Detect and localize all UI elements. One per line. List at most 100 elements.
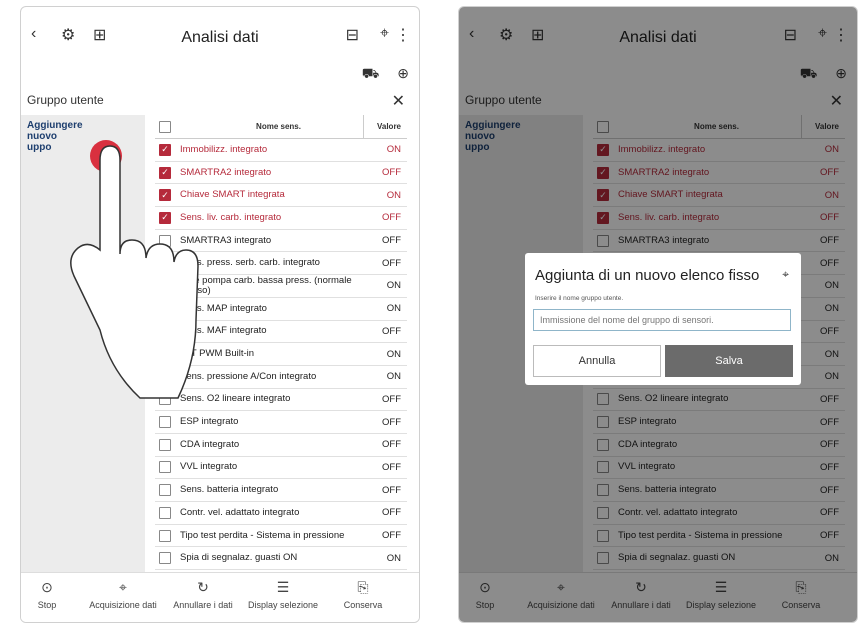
sensor-table: Nome sens. Valore ✓ Immobilizz. integrato… <box>155 115 407 571</box>
table-row[interactable]: ✓ Immobilizz. integrato ON <box>155 139 407 162</box>
sensor-name: Spia di segnalaz. guasti ON <box>180 552 298 564</box>
sensor-value: OFF <box>382 212 401 224</box>
row-checkbox[interactable] <box>159 325 171 338</box>
bottom-bar-label: Acquisizione dati <box>89 600 157 610</box>
row-checkbox[interactable] <box>159 393 171 406</box>
acquire-data-icon: ⌖ <box>119 579 127 595</box>
row-checkbox[interactable] <box>159 348 171 361</box>
column-value-header: Valore <box>363 115 407 138</box>
sensor-value: OFF <box>382 461 401 473</box>
row-checkbox[interactable]: ✓ <box>159 143 171 156</box>
table-row[interactable]: Spia di segnalaz. guasti ON ON <box>155 547 407 571</box>
row-checkbox[interactable] <box>159 279 171 292</box>
sensor-value: ON <box>386 303 401 315</box>
column-name-header[interactable]: Nome sens. <box>180 122 363 131</box>
row-checkbox[interactable] <box>159 506 171 519</box>
sensor-value: OFF <box>382 167 401 179</box>
table-row[interactable]: Sens. MAP integrato ON <box>155 298 407 321</box>
sensor-value: OFF <box>382 416 401 428</box>
table-row[interactable]: Sens. MAF integrato OFF <box>155 321 407 344</box>
sensor-name: ESP integrato <box>180 416 239 428</box>
cancel-data-button[interactable]: ↻ Annullare i dati <box>163 579 243 610</box>
table-row[interactable]: VVL integrato OFF <box>155 457 407 480</box>
bottom-bar-label: Annullare i dati <box>173 600 233 610</box>
row-checkbox[interactable] <box>159 461 171 474</box>
table-row[interactable]: SMARTRA3 integrato OFF <box>155 230 407 253</box>
sensor-name: Contr. vel. adattato integrato <box>180 506 300 518</box>
row-checkbox[interactable] <box>159 302 171 315</box>
add-icon[interactable]: ⌖ <box>380 25 389 43</box>
cancel-button[interactable]: Annulla <box>533 345 661 377</box>
save-data-button[interactable]: ⎘ Conserva <box>323 579 403 610</box>
group-name-input[interactable] <box>533 309 791 331</box>
dialog-title: Aggiunta di un nuovo elenco fisso <box>535 267 760 284</box>
row-checkbox[interactable]: ✓ <box>159 189 171 202</box>
sensor-name: Sens. batteria integrato <box>180 484 279 496</box>
group-header: Gruppo utente <box>27 93 104 107</box>
save-button[interactable]: Salva <box>665 345 793 377</box>
sensor-value: ON <box>386 189 401 201</box>
sensor-name: Tipo test perdita - Sistema in pressione <box>180 529 345 541</box>
vehicle-icon[interactable]: ⛟ <box>362 65 380 81</box>
row-checkbox[interactable]: ✓ <box>159 166 171 179</box>
more-vertical-icon[interactable]: ⋮ <box>395 25 411 45</box>
page-title: Analisi dati <box>181 29 259 46</box>
sensor-name: Immobilizz. integrato <box>180 143 268 155</box>
display-selection-icon: ☰ <box>276 579 290 595</box>
sensor-value: ON <box>386 348 401 360</box>
table-row[interactable]: Tipo test perdita - Sistema in pressione… <box>155 525 407 548</box>
sensor-name: Sens. press. serb. carb. integrato <box>180 257 320 269</box>
bottom-bar-label: Stop <box>37 600 57 610</box>
sensor-value: OFF <box>382 484 401 496</box>
row-checkbox[interactable] <box>159 257 171 270</box>
sensor-name: Relè pompa carb. bassa press. (normale c… <box>180 274 352 296</box>
row-checkbox[interactable] <box>159 529 171 542</box>
sensor-name: SMARTRA3 integrato <box>180 234 272 246</box>
table-row[interactable]: Sens. pressione A/Con integrato ON <box>155 366 407 389</box>
add-icon: ⌖ <box>782 267 789 281</box>
cancel-data-icon: ↻ <box>197 579 209 595</box>
row-checkbox[interactable] <box>159 416 171 429</box>
sensor-value: ON <box>386 144 401 156</box>
row-checkbox[interactable] <box>159 552 171 565</box>
row-checkbox[interactable] <box>159 484 171 497</box>
row-checkbox[interactable] <box>159 370 171 383</box>
speedometer-icon[interactable]: ⊕ <box>397 65 409 81</box>
row-checkbox[interactable] <box>159 438 171 451</box>
select-all-checkbox[interactable] <box>159 120 171 133</box>
sensor-value: ON <box>386 552 401 564</box>
add-group-button[interactable]: Aggiungere nuovo uppo <box>21 115 121 158</box>
table-row[interactable]: ESP integrato OFF <box>155 411 407 434</box>
sensor-name: ALT PWM Built-in <box>180 348 255 360</box>
table-row[interactable]: ALT PWM Built-in ON <box>155 343 407 366</box>
left-screen: ‹ ⚙ ⊞ Analisi dati ⊟ ⌖ ⋮ ⛟ ⊕ Gruppo uten… <box>20 6 420 623</box>
sensor-name: Sens. pressione A/Con integrato <box>180 370 317 382</box>
sensor-value: OFF <box>382 439 401 451</box>
sensor-name: Sens. MAF integrato <box>180 325 267 337</box>
display-selection-button[interactable]: ☰ Display selezione <box>243 579 323 610</box>
subheader-icons: ⛟ ⊕ <box>348 65 409 84</box>
close-icon[interactable]: ✕ <box>392 91 405 111</box>
table-row[interactable]: Relè pompa carb. bassa press. (normale c… <box>155 275 407 298</box>
table-row[interactable]: ✓ Sens. liv. carb. integrato OFF <box>155 207 407 230</box>
data-icon[interactable]: ⊟ <box>346 25 359 45</box>
table-row[interactable]: ✓ Chiave SMART integrata ON <box>155 184 407 208</box>
row-checkbox[interactable] <box>159 234 171 247</box>
table-row[interactable]: Sens. press. serb. carb. integrato OFF <box>155 252 407 276</box>
sensor-name: Chiave SMART integrata <box>180 189 285 201</box>
sensor-name: CDA integrato <box>180 438 240 450</box>
sensor-value: OFF <box>382 530 401 542</box>
sensor-name: VVL integrato <box>180 461 238 473</box>
acquire-data-button[interactable]: ⌖ Acquisizione dati <box>83 579 163 610</box>
table-row[interactable]: CDA integrato OFF <box>155 434 407 457</box>
stop-button[interactable]: ⊙ Stop <box>21 579 87 610</box>
sensor-value: OFF <box>382 507 401 519</box>
top-bar: ‹ ⚙ ⊞ Analisi dati ⊟ ⌖ ⋮ <box>21 7 419 59</box>
table-row[interactable]: ✓ SMARTRA2 integrato OFF <box>155 162 407 185</box>
save-data-icon: ⎘ <box>357 579 369 595</box>
add-fixed-list-dialog: Aggiunta di un nuovo elenco fisso ⌖ Inse… <box>525 253 801 385</box>
table-row[interactable]: Sens. batteria integrato OFF <box>155 479 407 502</box>
table-row[interactable]: Contr. vel. adattato integrato OFF <box>155 502 407 525</box>
table-row[interactable]: Sens. O2 lineare integrato OFF <box>155 389 407 412</box>
row-checkbox[interactable]: ✓ <box>159 211 171 224</box>
